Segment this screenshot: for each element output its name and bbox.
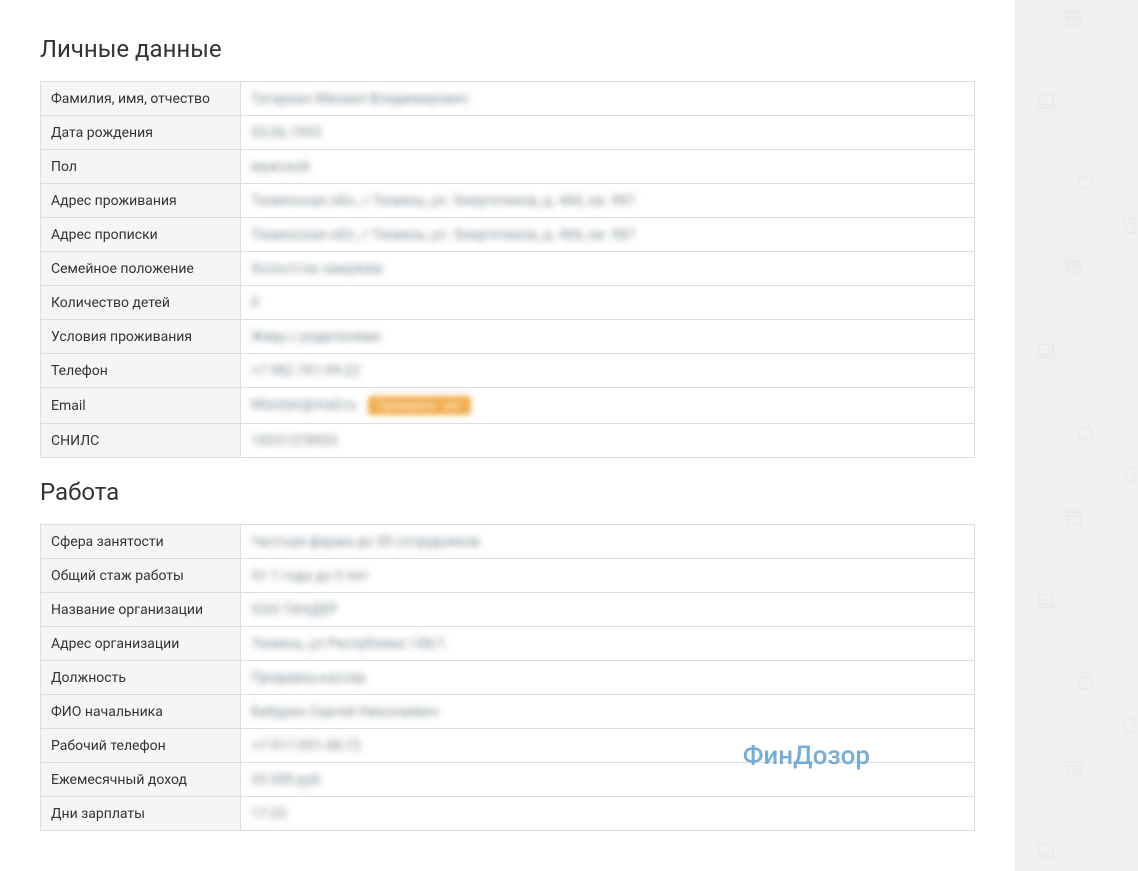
row-value: Татаркин Михаил Владимирович (241, 82, 975, 116)
table-row: Телефон +7 982 701-99-22 (41, 354, 975, 388)
row-value: Бабурин Сергей Николаевич (241, 695, 975, 729)
table-row: Email Mixotan@mail.ru Проверено · нет (41, 388, 975, 424)
shirt-icon (1120, 215, 1138, 241)
row-label: Адрес организации (41, 627, 241, 661)
row-value: +7 982 701-99-22 (241, 354, 975, 388)
table-row: Ежемесячный доход 35 000 руб. (41, 763, 975, 797)
table-row: Условия проживания Живу с родителями (41, 320, 975, 354)
row-label: Сфера занятости (41, 525, 241, 559)
row-value: Холост/не замужем (241, 252, 975, 286)
row-value: 17-25 (241, 797, 975, 831)
table-row: Количество детей 0 (41, 286, 975, 320)
bag-icon (1075, 170, 1097, 198)
row-label: Условия проживания (41, 320, 241, 354)
row-label: Название организации (41, 593, 241, 627)
laptop-icon (1035, 90, 1057, 118)
bag-icon (1075, 420, 1097, 448)
laptop-icon (1035, 840, 1057, 868)
row-value: 0 (241, 286, 975, 320)
table-row: Должность Продавец-кассир (41, 661, 975, 695)
shirt-icon (1120, 465, 1138, 491)
row-value: Продавец-кассир (241, 661, 975, 695)
gift-icon (1063, 505, 1085, 533)
row-label: Семейное положение (41, 252, 241, 286)
personal-section-title: Личные данные (40, 35, 975, 63)
row-label: ФИО начальника (41, 695, 241, 729)
row-value: 18331378053 (241, 424, 975, 458)
row-label: Дата рождения (41, 116, 241, 150)
table-row: Дата рождения 05.06.1993 (41, 116, 975, 150)
laptop-icon (1035, 340, 1057, 368)
personal-data-table: Фамилия, имя, отчество Татаркин Михаил В… (40, 81, 975, 458)
table-row: Общий стаж работы От 1 года до 3 лет (41, 559, 975, 593)
row-label: Адрес проживания (41, 184, 241, 218)
email-status-badge: Проверено · нет (368, 396, 471, 415)
bag-icon (1075, 670, 1097, 698)
table-row: СНИЛС 18331378053 (41, 424, 975, 458)
table-row: Сфера занятости Частная фирма до 50 сотр… (41, 525, 975, 559)
table-row: Пол мужской (41, 150, 975, 184)
row-value: +7-917-091-48-72 (241, 729, 975, 763)
row-value: Частная фирма до 50 сотрудников (241, 525, 975, 559)
table-row: Название организации ООО ТАНДЕР (41, 593, 975, 627)
row-label: СНИЛС (41, 424, 241, 458)
row-value: 35 000 руб. (241, 763, 975, 797)
work-section-title: Работа (40, 478, 975, 506)
background-icon-pattern (1015, 0, 1138, 857)
row-value: От 1 года до 3 лет (241, 559, 975, 593)
row-value: Тюмень, ул Республики 148/1 (241, 627, 975, 661)
row-label: Рабочий телефон (41, 729, 241, 763)
table-row: Семейное положение Холост/не замужем (41, 252, 975, 286)
row-value: Тюменская обл., г Тюмень, ул. Энергетико… (241, 184, 975, 218)
row-label: Общий стаж работы (41, 559, 241, 593)
table-row: Адрес проживания Тюменская обл., г Тюмен… (41, 184, 975, 218)
table-row: Рабочий телефон +7-917-091-48-72 (41, 729, 975, 763)
row-label: Адрес прописки (41, 218, 241, 252)
shirt-icon (1120, 715, 1138, 741)
row-value: Тюменская обл., г Тюмень, ул. Энергетико… (241, 218, 975, 252)
row-label: Количество детей (41, 286, 241, 320)
row-value: 05.06.1993 (241, 116, 975, 150)
row-label: Телефон (41, 354, 241, 388)
table-row: ФИО начальника Бабурин Сергей Николаевич (41, 695, 975, 729)
row-label: Дни зарплаты (41, 797, 241, 831)
row-label: Email (41, 388, 241, 424)
gift-icon (1063, 255, 1085, 283)
row-label: Пол (41, 150, 241, 184)
work-data-table: Сфера занятости Частная фирма до 50 сотр… (40, 524, 975, 831)
row-value: ООО ТАНДЕР (241, 593, 975, 627)
row-value: Живу с родителями (241, 320, 975, 354)
row-value: мужской (241, 150, 975, 184)
table-row: Фамилия, имя, отчество Татаркин Михаил В… (41, 82, 975, 116)
row-label: Должность (41, 661, 241, 695)
gift-icon (1063, 755, 1085, 783)
row-label: Фамилия, имя, отчество (41, 82, 241, 116)
table-row: Дни зарплаты 17-25 (41, 797, 975, 831)
table-row: Адрес прописки Тюменская обл., г Тюмень,… (41, 218, 975, 252)
table-row: Адрес организации Тюмень, ул Республики … (41, 627, 975, 661)
laptop-icon (1035, 590, 1057, 618)
gift-icon (1063, 6, 1085, 34)
row-label: Ежемесячный доход (41, 763, 241, 797)
row-value: Mixotan@mail.ru Проверено · нет (241, 388, 975, 424)
